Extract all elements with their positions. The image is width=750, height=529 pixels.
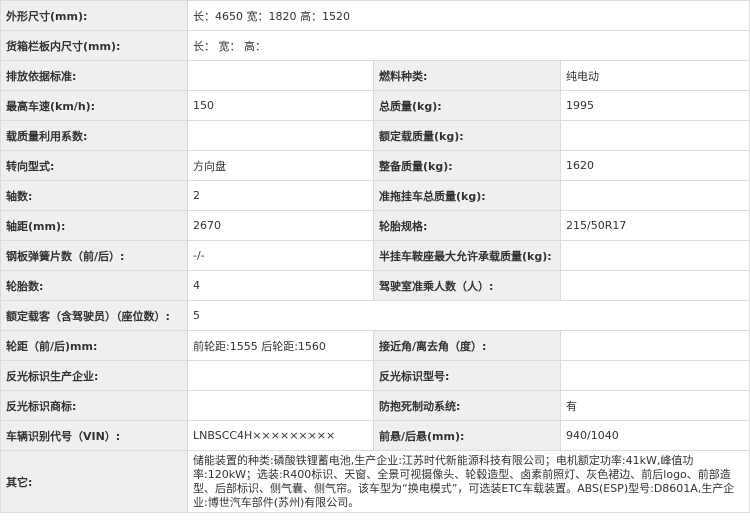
spec-label: 轴距(mm): [0, 210, 188, 241]
spec-label: 前悬/后悬(mm): [373, 420, 561, 451]
spec-value [187, 60, 374, 91]
spec-value [560, 180, 750, 211]
spec-label: 轮胎数: [0, 270, 188, 301]
table-row: 载质量利用系数: 额定载质量(kg): [0, 120, 750, 151]
spec-value: -/- [187, 240, 374, 271]
spec-label: 车辆识别代号（VIN）: [0, 420, 188, 451]
spec-label: 反光标识生产企业: [0, 360, 188, 391]
table-row: 额定载客（含驾驶员）（座位数）: 5 [0, 300, 750, 331]
spec-value [560, 360, 750, 391]
spec-value [560, 330, 750, 361]
spec-value [560, 120, 750, 151]
spec-value: 方向盘 [187, 150, 374, 181]
spec-value: 940/1040 [560, 420, 750, 451]
spec-label: 半挂车鞍座最大允许承载质量(kg): [373, 240, 561, 271]
spec-value: 215/50R17 [560, 210, 750, 241]
spec-label: 额定载质量(kg): [373, 120, 561, 151]
table-row: 钢板弹簧片数（前/后）: -/- 半挂车鞍座最大允许承载质量(kg): [0, 240, 750, 271]
spec-label: 转向型式: [0, 150, 188, 181]
spec-label: 排放依据标准: [0, 60, 188, 91]
spec-value: 150 [187, 90, 374, 121]
spec-value: 5 [187, 300, 750, 331]
table-row: 反光标识生产企业: 反光标识型号: [0, 360, 750, 391]
table-row: 轴距(mm): 2670 轮胎规格: 215/50R17 [0, 210, 750, 241]
spec-value [187, 360, 374, 391]
spec-value [560, 240, 750, 271]
spec-label: 燃料种类: [373, 60, 561, 91]
spec-label: 接近角/离去角（度）: [373, 330, 561, 361]
table-row: 排放依据标准: 燃料种类: 纯电动 [0, 60, 750, 91]
spec-value [187, 390, 374, 421]
spec-value: 长：4650 宽：1820 高：1520 [187, 0, 750, 31]
spec-label: 反光标识型号: [373, 360, 561, 391]
spec-label: 载质量利用系数: [0, 120, 188, 151]
spec-label: 最高车速(km/h): [0, 90, 188, 121]
spec-value: 长： 宽： 高： [187, 30, 750, 61]
table-row: 转向型式: 方向盘 整备质量(kg): 1620 [0, 150, 750, 181]
spec-label: 总质量(kg): [373, 90, 561, 121]
table-row: 最高车速(km/h): 150 总质量(kg): 1995 [0, 90, 750, 121]
spec-value: 1620 [560, 150, 750, 181]
table-row-other: 其它: 储能装置的种类:磷酸铁锂蓄电池,生产企业:江苏时代新能源科技有限公司；电… [0, 450, 750, 513]
table-row: 轴数: 2 准拖挂车总质量(kg): [0, 180, 750, 211]
other-label: 其它: [0, 450, 188, 513]
spec-value: 1995 [560, 90, 750, 121]
spec-value: 纯电动 [560, 60, 750, 91]
table-row: 货箱栏板内尺寸(mm): 长： 宽： 高： [0, 30, 750, 61]
spec-label: 货箱栏板内尺寸(mm): [0, 30, 188, 61]
spec-value [187, 120, 374, 151]
table-row: 外形尺寸(mm): 长：4650 宽：1820 高：1520 [0, 0, 750, 31]
spec-value [560, 270, 750, 301]
other-value: 储能装置的种类:磷酸铁锂蓄电池,生产企业:江苏时代新能源科技有限公司；电机额定功… [187, 450, 750, 513]
spec-label: 额定载客（含驾驶员）（座位数）: [0, 300, 188, 331]
table-row: 车辆识别代号（VIN）: LNBSCC4H××××××××× 前悬/后悬(mm)… [0, 420, 750, 451]
table-row: 轮胎数: 4 驾驶室准乘人数（人）: [0, 270, 750, 301]
table-row: 轮距（前/后)mm: 前轮距:1555 后轮距:1560 接近角/离去角（度）: [0, 330, 750, 361]
spec-label: 防抱死制动系统: [373, 390, 561, 421]
spec-value: LNBSCC4H××××××××× [187, 420, 374, 451]
spec-value: 前轮距:1555 后轮距:1560 [187, 330, 374, 361]
spec-label: 驾驶室准乘人数（人）: [373, 270, 561, 301]
spec-value: 2 [187, 180, 374, 211]
spec-label: 轴数: [0, 180, 188, 211]
spec-label: 轮距（前/后)mm: [0, 330, 188, 361]
table-row: 反光标识商标: 防抱死制动系统: 有 [0, 390, 750, 421]
spec-label: 钢板弹簧片数（前/后）: [0, 240, 188, 271]
spec-value: 4 [187, 270, 374, 301]
spec-label: 反光标识商标: [0, 390, 188, 421]
spec-label: 准拖挂车总质量(kg): [373, 180, 561, 211]
spec-label: 整备质量(kg): [373, 150, 561, 181]
spec-value: 有 [560, 390, 750, 421]
spec-value: 2670 [187, 210, 374, 241]
spec-label: 外形尺寸(mm): [0, 0, 188, 31]
spec-label: 轮胎规格: [373, 210, 561, 241]
vehicle-spec-table: 外形尺寸(mm): 长：4650 宽：1820 高：1520 货箱栏板内尺寸(m… [0, 0, 750, 513]
